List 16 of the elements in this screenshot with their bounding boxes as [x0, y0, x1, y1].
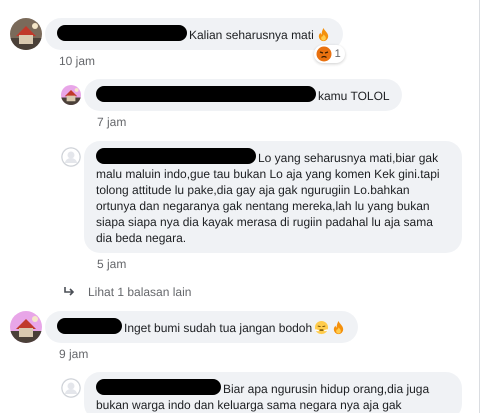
timestamp[interactable]: 5 jam — [97, 257, 479, 271]
comment-text: Lo yang seharusnya mati,biar gak malu maluin indo,gue tau bukan Lo aja yang komen Kek gini.tapi tolong attitude lu pake,dia gay aja gak ngurugiin Lo.bahkan ortunya dan negaranya gak nentang mereka,lah lu yang bukan siapa siapa nya dia kayak merasa di rugiin padahal lu aja sama dia beda negara. — [84, 141, 462, 253]
redaction-mark — [57, 318, 122, 334]
reply-arrow-icon — [64, 287, 76, 297]
angry-face-icon — [316, 46, 332, 62]
reaction-count[interactable]: 1 — [314, 45, 345, 63]
comment-text: Inget bumi sudah tua jangan bodoh — [45, 311, 358, 343]
avatar-icon — [61, 378, 81, 398]
steaming-face-icon — [314, 320, 330, 335]
comment-text: kamu TOLOL — [84, 79, 402, 111]
avatar-icon — [61, 147, 81, 167]
view-more-replies-link[interactable]: Lihat 1 balasan lain — [88, 285, 192, 299]
timestamp[interactable]: 7 jam — [97, 115, 479, 129]
timestamp[interactable]: 9 jam — [59, 347, 479, 361]
comment-text: Biar apa ngurusin hidup orang,dia juga bukan warga indo dan keluarga sama negara nya aja gak — [84, 372, 462, 413]
comment-text: Kalian seharusnya mati — [45, 18, 343, 50]
